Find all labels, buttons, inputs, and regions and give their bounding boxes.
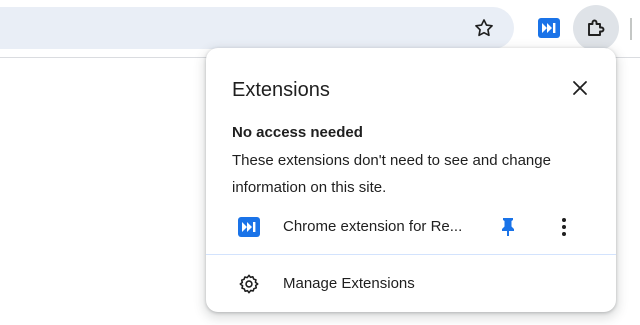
puzzle-piece-icon	[588, 19, 605, 36]
toolbar-extension-button[interactable]	[533, 12, 565, 44]
section-heading: No access needed	[232, 124, 363, 141]
fast-forward-icon	[238, 217, 260, 237]
manage-extensions-button[interactable]: Manage Extensions	[206, 268, 616, 300]
gear-icon	[239, 274, 259, 294]
extension-row[interactable]: Chrome extension for Re...	[206, 212, 616, 242]
toolbar-separator	[630, 18, 632, 40]
star-outline-icon	[475, 19, 493, 37]
more-vertical-icon	[562, 218, 566, 236]
popup-title: Extensions	[232, 79, 330, 101]
close-icon	[573, 81, 587, 95]
pin-button[interactable]	[493, 212, 523, 242]
address-bar[interactable]	[0, 7, 514, 49]
fast-forward-icon	[538, 18, 560, 38]
close-button[interactable]	[566, 74, 594, 102]
manage-extensions-label: Manage Extensions	[283, 275, 415, 292]
manage-icon-wrap	[238, 273, 260, 295]
extension-more-button[interactable]	[549, 212, 579, 242]
extensions-menu-button[interactable]	[573, 5, 619, 51]
section-description: These extensions don't need to see and c…	[232, 152, 551, 196]
extension-name[interactable]: Chrome extension for Re...	[283, 217, 478, 237]
pin-icon	[502, 218, 514, 236]
extension-icon	[238, 217, 260, 237]
popup-divider	[206, 254, 616, 255]
extensions-popup: Extensions No access needed These extens…	[206, 48, 616, 312]
bookmark-star-button[interactable]	[468, 12, 500, 44]
